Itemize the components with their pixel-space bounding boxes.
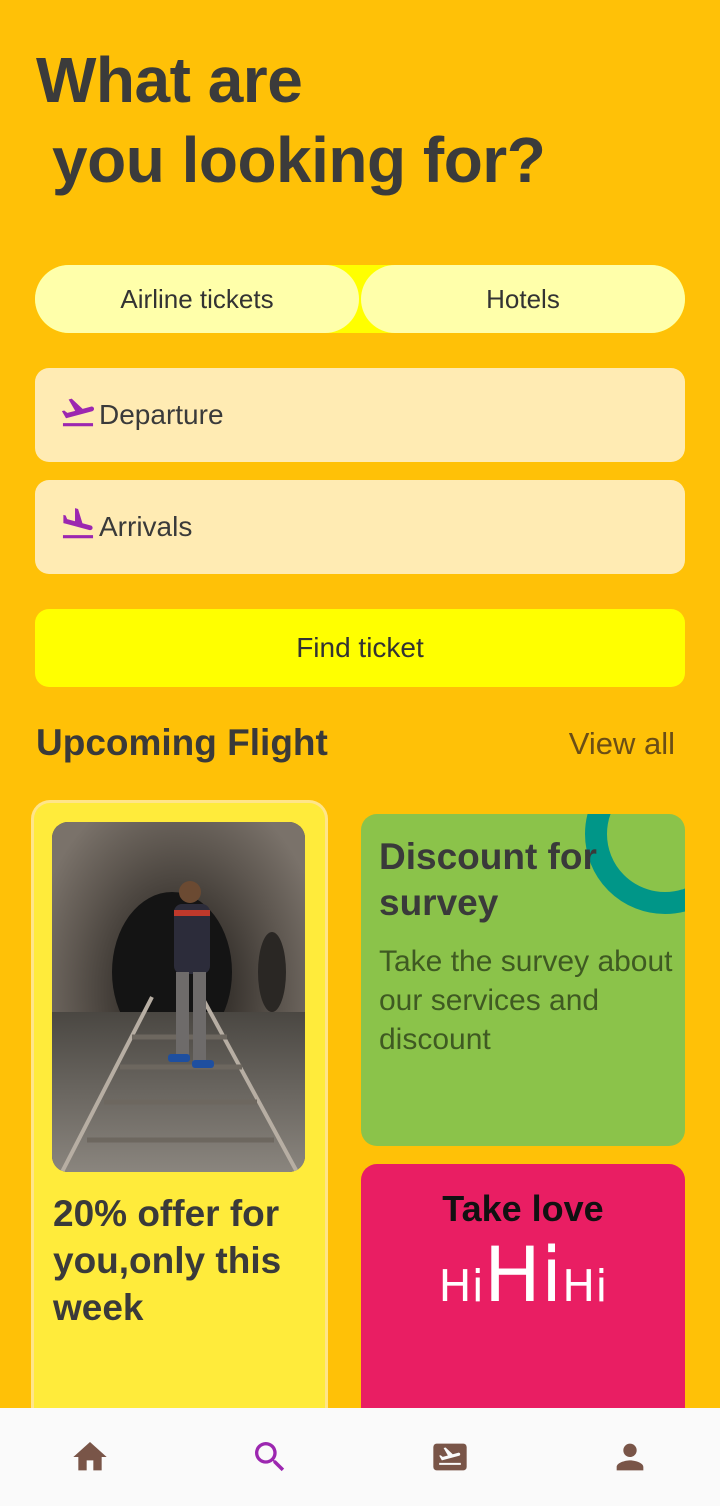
arrivals-field[interactable]: Arrivals — [35, 480, 685, 574]
hi-text-logo: HiHiHi — [361, 1230, 685, 1319]
title-line-2: you looking for? — [52, 124, 546, 196]
survey-title: Discount for survey — [379, 836, 597, 923]
hi-small-left: Hi — [438, 1261, 484, 1312]
departure-field[interactable]: Departure — [35, 368, 685, 462]
love-title: Take love — [442, 1188, 604, 1229]
person-icon — [616, 1443, 644, 1471]
nav-home[interactable] — [10, 1408, 170, 1506]
nav-profile[interactable] — [550, 1408, 710, 1506]
survey-description: Take the survey about our services and d… — [379, 945, 673, 1056]
find-ticket-button[interactable]: Find ticket — [35, 609, 685, 687]
page-title: What are you looking for? — [36, 40, 546, 200]
category-toggle: Airline tickets Hotels — [35, 265, 685, 333]
tab-airline-tickets[interactable]: Airline tickets — [35, 265, 359, 333]
offer-card[interactable]: 20% offer for you,only this week — [34, 803, 325, 1443]
departure-label: Departure — [99, 399, 224, 430]
search-icon — [255, 1442, 285, 1472]
title-line-1: What are — [36, 44, 303, 116]
hi-small-right: Hi — [562, 1261, 608, 1312]
arrivals-label: Arrivals — [99, 511, 193, 542]
hi-big: Hi — [483, 1230, 563, 1319]
flight-takeoff-icon — [59, 393, 99, 438]
nav-tickets[interactable] — [370, 1408, 530, 1506]
upcoming-flight-title: Upcoming Flight — [36, 722, 328, 763]
home-icon — [73, 1442, 107, 1471]
offer-text: 20% offer for you,only this week — [53, 1193, 282, 1328]
offer-photo — [52, 822, 305, 1172]
survey-card[interactable]: Discount for survey Take the survey abou… — [361, 814, 685, 1146]
nav-search[interactable] — [190, 1408, 350, 1506]
tab-hotels[interactable]: Hotels — [361, 265, 685, 333]
flight-land-icon — [59, 505, 99, 550]
bottom-navigation — [0, 1408, 720, 1506]
ticket-icon — [433, 1443, 467, 1471]
view-all-link[interactable]: View all — [569, 726, 675, 762]
